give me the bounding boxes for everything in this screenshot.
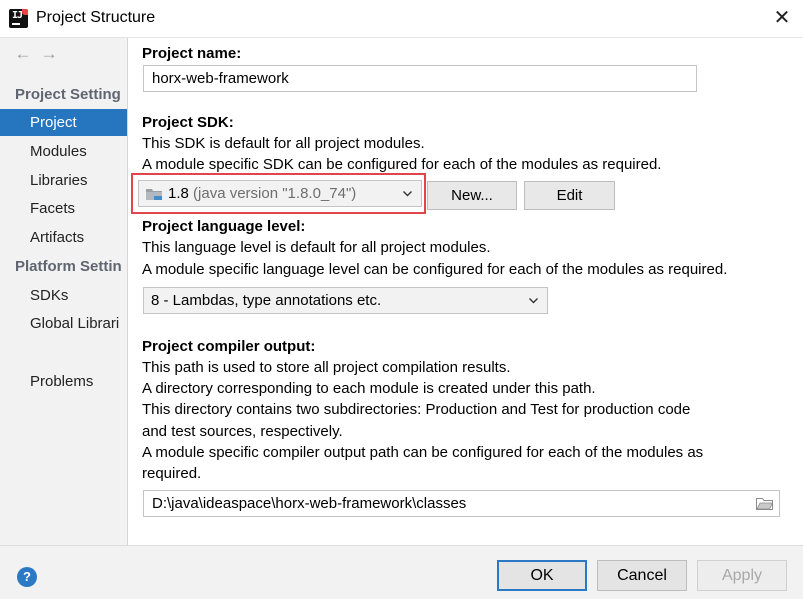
compiler-output-path-input[interactable]: D:\java\ideaspace\horx-web-framework\cla… xyxy=(143,490,780,517)
project-settings-panel: Project name: horx-web-framework Project… xyxy=(129,38,803,545)
sdk-new-button[interactable]: New... xyxy=(427,181,517,210)
nav-arrows: ← → xyxy=(12,44,60,66)
folder-icon xyxy=(146,189,162,200)
compiler-output-description-4: and test sources, respectively. xyxy=(142,423,343,440)
folder-browse-icon[interactable] xyxy=(756,497,773,510)
compiler-output-label: Project compiler output: xyxy=(142,338,316,355)
sidebar-item-libraries[interactable]: Libraries xyxy=(0,167,127,194)
compiler-output-description-1: This path is used to store all project c… xyxy=(142,359,511,376)
compiler-output-description-2: A directory corresponding to each module… xyxy=(142,380,596,397)
close-icon[interactable]: ✕ xyxy=(772,8,792,28)
sidebar-item-artifacts[interactable]: Artifacts xyxy=(0,224,127,251)
sdk-version-detail: (java version "1.8.0_74") xyxy=(193,185,357,202)
sdk-edit-button[interactable]: Edit xyxy=(524,181,615,210)
project-name-label: Project name: xyxy=(142,45,242,62)
compiler-output-description-5: A module specific compiler output path c… xyxy=(142,444,704,461)
intellij-idea-icon: IJ xyxy=(9,9,28,28)
dialog-footer: ? OK Cancel Apply xyxy=(0,545,803,599)
window-title: Project Structure xyxy=(36,9,156,26)
back-arrow-icon[interactable]: ← xyxy=(12,44,34,64)
language-level-description-2: A module specific language level can be … xyxy=(142,261,728,278)
help-icon[interactable]: ? xyxy=(17,567,37,587)
language-level-dropdown[interactable]: 8 - Lambdas, type annotations etc. xyxy=(143,287,548,314)
title-bar: IJ Project Structure ✕ xyxy=(0,0,803,38)
sidebar-item-global-libraries[interactable]: Global Librari xyxy=(0,310,127,337)
sidebar: ← → Project Setting Project Modules Libr… xyxy=(0,38,128,545)
sidebar-section-project-settings: Project Setting xyxy=(15,86,121,103)
sidebar-item-project[interactable]: Project xyxy=(0,109,127,136)
apply-button[interactable]: Apply xyxy=(697,560,787,591)
sidebar-section-platform-settings: Platform Settin xyxy=(15,258,122,275)
compiler-output-path-value: D:\java\ideaspace\horx-web-framework\cla… xyxy=(152,495,467,512)
compiler-output-description-3: This directory contains two subdirectori… xyxy=(142,401,691,418)
compiler-output-description-6: required. xyxy=(142,465,202,482)
project-sdk-dropdown[interactable]: 1.8 (java version "1.8.0_74") xyxy=(138,180,422,207)
sdk-version: 1.8 xyxy=(168,185,189,202)
cancel-button[interactable]: Cancel xyxy=(597,560,687,591)
project-name-input[interactable]: horx-web-framework xyxy=(143,65,697,92)
sidebar-item-sdks[interactable]: SDKs xyxy=(0,282,127,309)
sidebar-item-modules[interactable]: Modules xyxy=(0,138,127,165)
sidebar-item-problems[interactable]: Problems xyxy=(0,368,127,395)
project-sdk-description-2: A module specific SDK can be configured … xyxy=(142,156,662,173)
project-name-value: horx-web-framework xyxy=(152,70,289,87)
language-level-description-1: This language level is default for all p… xyxy=(142,239,491,256)
project-sdk-description-1: This SDK is default for all project modu… xyxy=(142,135,425,152)
language-level-label: Project language level: xyxy=(142,218,306,235)
project-sdk-label: Project SDK: xyxy=(142,114,234,131)
chevron-down-icon xyxy=(403,191,412,197)
language-level-value: 8 - Lambdas, type annotations etc. xyxy=(151,292,382,309)
sidebar-item-facets[interactable]: Facets xyxy=(0,195,127,222)
chevron-down-icon xyxy=(529,298,538,304)
forward-arrow-icon[interactable]: → xyxy=(38,44,60,64)
ok-button[interactable]: OK xyxy=(497,560,587,591)
